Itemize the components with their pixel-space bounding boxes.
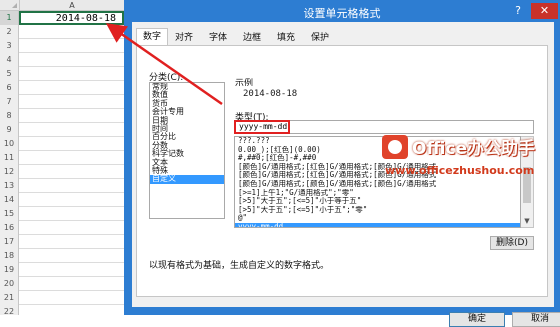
row-number[interactable]: 8 [0,109,19,123]
row-number[interactable]: 6 [0,81,19,95]
dialog-title: 设置单元格格式 [303,7,381,20]
row-number[interactable]: 4 [0,53,19,67]
tab-1[interactable]: 对齐 [168,29,200,45]
select-all-corner[interactable] [0,0,19,11]
cell[interactable] [19,291,124,305]
row-number[interactable]: 14 [0,193,19,207]
sheet-row: 20 [0,277,124,291]
sheet-row: 19 [0,263,124,277]
spreadsheet-grid: A 1 2014-08-18 2 3 4 5 6 7 8 9 10 11 12 13 14 15 16 17 18 1… [0,0,124,315]
watermark-url: www.officezhushou.com [385,164,535,177]
sheet-row: 17 [0,235,124,249]
sheet-row: 1 2014-08-18 [0,11,124,25]
annotation-highlight-box [234,120,290,134]
cell[interactable] [19,123,124,137]
sheet-row: 2 [0,25,124,39]
close-icon[interactable]: ✕ [531,3,558,19]
row-number[interactable]: 20 [0,277,19,291]
row-number[interactable]: 22 [0,305,19,315]
row-number[interactable]: 19 [0,263,19,277]
sheet-row: 14 [0,193,124,207]
tab-5[interactable]: 保护 [304,29,336,45]
row-number[interactable]: 17 [0,235,19,249]
row-number[interactable]: 3 [0,39,19,53]
row-number[interactable]: 12 [0,165,19,179]
help-icon[interactable]: ? [506,3,530,19]
column-header-a[interactable]: A [19,0,124,11]
sheet-row: 21 [0,291,124,305]
sheet-row: 16 [0,221,124,235]
sheet-row: 15 [0,207,124,221]
cell[interactable] [19,25,124,39]
row-number[interactable]: 5 [0,67,19,81]
office-logo-icon [382,135,408,159]
cell[interactable] [19,179,124,193]
row-number[interactable]: 1 [0,11,19,25]
tab-4[interactable]: 填充 [270,29,302,45]
tab-3[interactable]: 边框 [236,29,268,45]
format-item[interactable]: [颜色]G/通用格式;[颜色]G/通用格式;[颜色]G/通用格式 [235,180,520,189]
sheet-row: 5 [0,67,124,81]
cell[interactable] [19,207,124,221]
cell[interactable] [19,221,124,235]
format-item[interactable]: @" [235,214,520,223]
sheet-row: 3 [0,39,124,53]
row-number[interactable]: 15 [0,207,19,221]
row-number[interactable]: 9 [0,123,19,137]
format-item[interactable]: yyyy-mm-dd [235,222,520,227]
cell[interactable] [19,235,124,249]
sheet-row: 9 [0,123,124,137]
cell[interactable] [19,165,124,179]
sheet-row: 4 [0,53,124,67]
cell-a1[interactable]: 2014-08-18 [19,11,124,25]
cancel-button[interactable]: 取消 [512,312,560,327]
cell[interactable] [19,193,124,207]
row-number[interactable]: 18 [0,249,19,263]
cell[interactable] [19,81,124,95]
sheet-row: 18 [0,249,124,263]
cell[interactable] [19,67,124,81]
description-text: 以现有格式为基础，生成自定义的数字格式。 [149,261,330,271]
category-item[interactable]: 自定义 [150,174,224,184]
tab-2[interactable]: 字体 [202,29,234,45]
cell[interactable] [19,263,124,277]
cell[interactable] [19,249,124,263]
tab-0[interactable]: 数字 [136,28,168,46]
scroll-down-icon[interactable]: ▼ [521,215,533,227]
cell[interactable] [19,137,124,151]
format-item[interactable]: [>=1]上午1;"G/通用格式";"零" [235,189,520,198]
sheet-row: 6 [0,81,124,95]
sheet-row: 12 [0,165,124,179]
watermark-title: Office办公助手 [412,139,536,159]
row-number[interactable]: 16 [0,221,19,235]
category-list[interactable]: 常规 数值 货币 会计专用 日期 时间 百分比 分数 科学记数 文本 特殊 自定义 [149,82,225,219]
ok-button[interactable]: 确定 [449,312,505,327]
sheet-row: 22 [0,305,124,315]
sheet-row: 7 [0,95,124,109]
sample-box: 2014-08-18 [235,86,535,104]
row-number[interactable]: 21 [0,291,19,305]
row-number[interactable]: 11 [0,151,19,165]
row-number[interactable]: 2 [0,25,19,39]
cell[interactable] [19,95,124,109]
dialog-title-bar[interactable]: 设置单元格格式 ? ✕ [124,0,560,22]
cell-value: 2014-08-18 [55,13,116,24]
row-number[interactable]: 10 [0,137,19,151]
cell[interactable] [19,151,124,165]
sheet-row: 13 [0,179,124,193]
delete-button[interactable]: 删除(D) [490,236,534,250]
cell[interactable] [19,277,124,291]
sheet-row: 8 [0,109,124,123]
format-item[interactable]: [>5]"大于五";[<=5]"小于等于五" [235,197,520,206]
sheet-row: 10 [0,137,124,151]
format-item[interactable]: [>5]"大于五";[<=5]"小于五";"零" [235,206,520,215]
row-number[interactable]: 13 [0,179,19,193]
sample-value: 2014-08-18 [243,89,298,99]
cell[interactable] [19,39,124,53]
cell[interactable] [19,109,124,123]
cell[interactable] [19,53,124,67]
cell[interactable] [19,305,124,315]
row-number[interactable]: 7 [0,95,19,109]
sheet-row: 11 [0,151,124,165]
